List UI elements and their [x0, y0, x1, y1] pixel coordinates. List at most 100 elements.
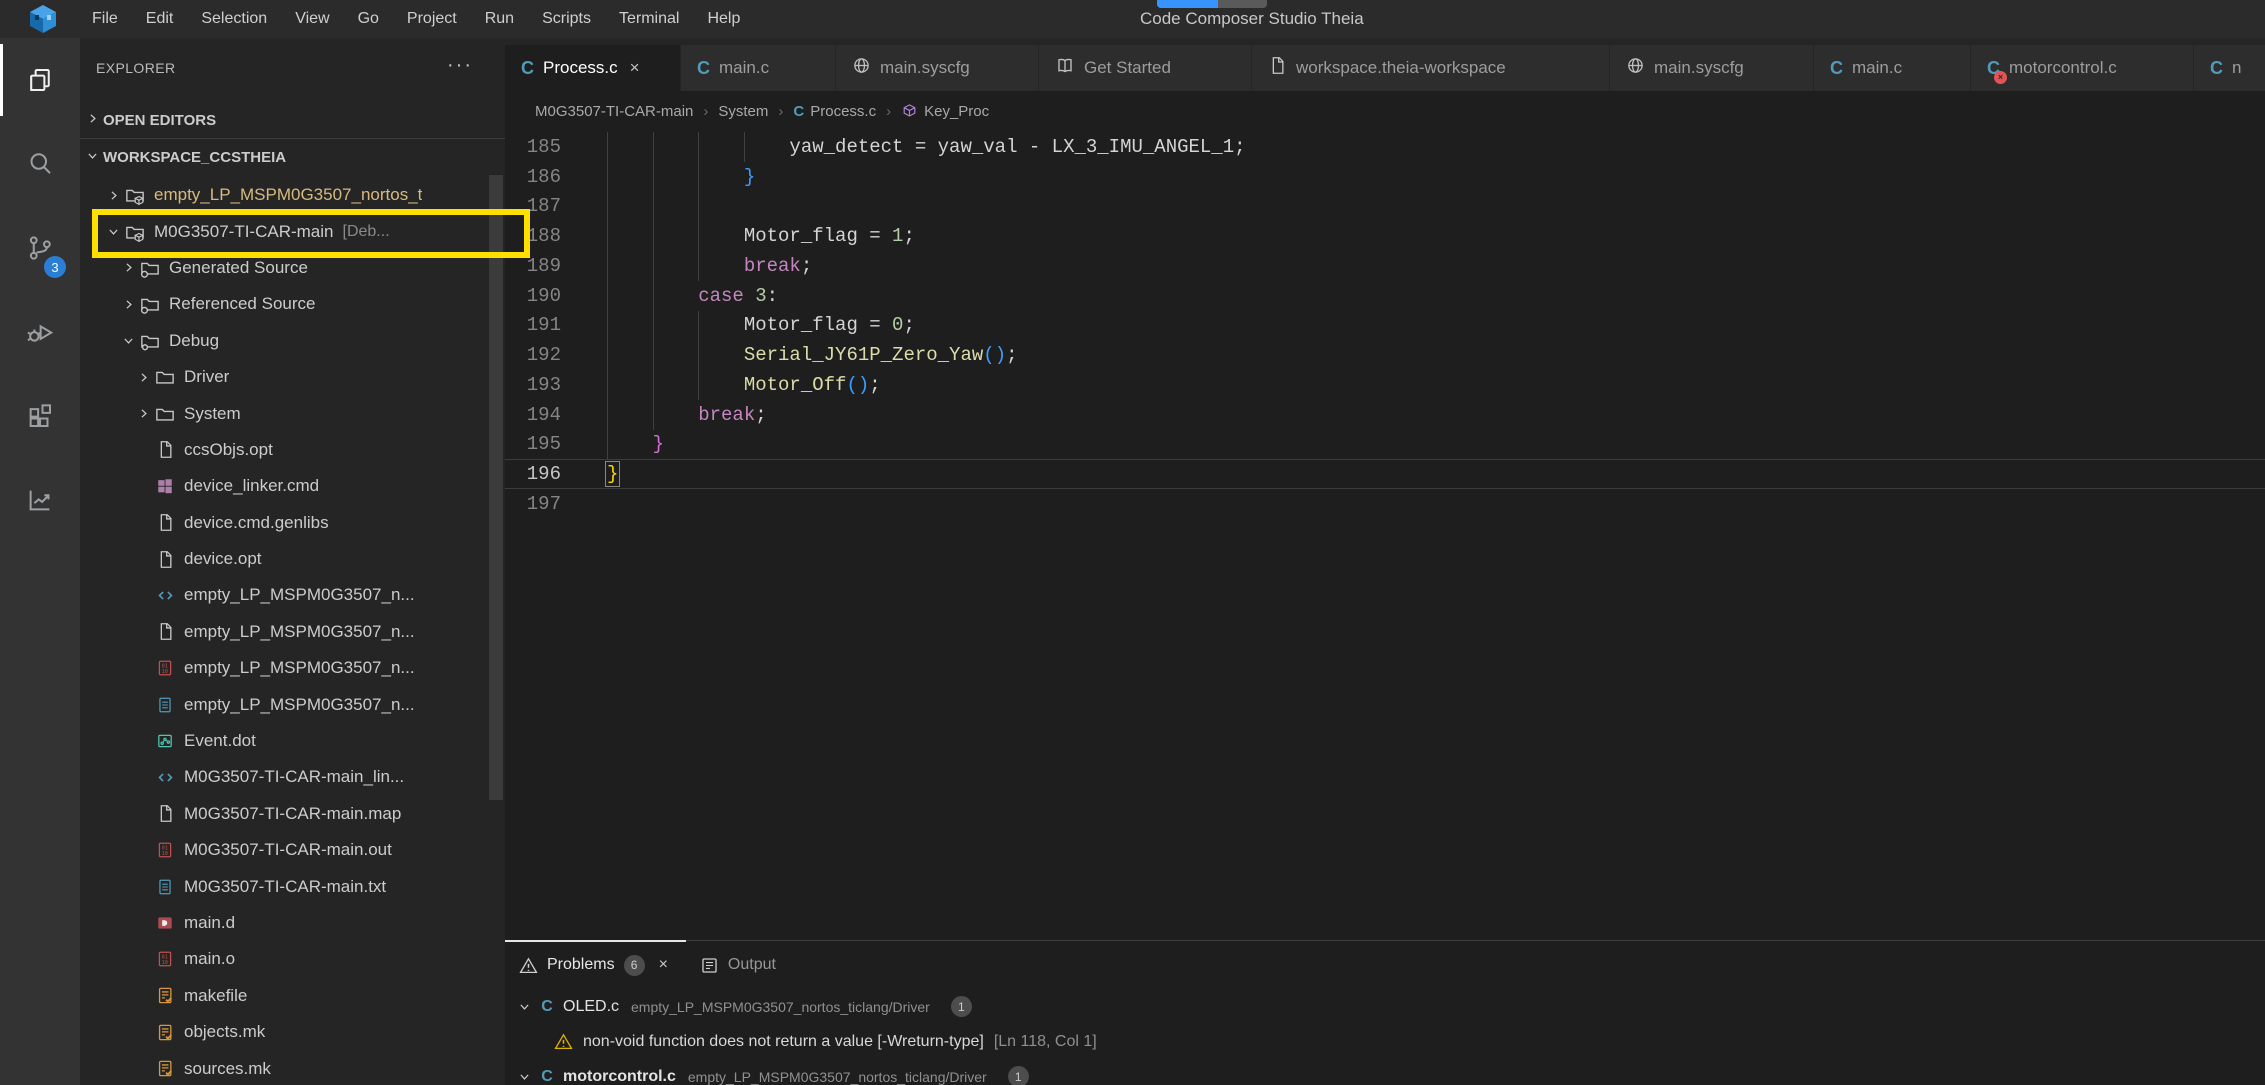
tree-item-label: empty_LP_MSPM0G3507_n...: [184, 585, 415, 605]
panel-tab-problems[interactable]: Problems6×: [505, 941, 686, 989]
tree-item-empty-lp-mspm0g3507-n-[interactable]: empty_LP_MSPM0G3507_n...: [80, 686, 505, 722]
syscfg-globe-icon: [1626, 56, 1645, 80]
problem-warning-row[interactable]: non-void function does not return a valu…: [505, 1024, 2265, 1059]
activity-explorer[interactable]: [0, 38, 80, 122]
menu-selection[interactable]: Selection: [187, 0, 281, 38]
line-number: 195: [505, 433, 577, 455]
close-icon[interactable]: ×: [630, 58, 640, 78]
tree-item-makefile[interactable]: makefile: [80, 978, 505, 1014]
tree-item-device-cmd-genlibs[interactable]: device.cmd.genlibs: [80, 505, 505, 541]
tab-main-c[interactable]: Cmain.c: [1814, 45, 1971, 91]
bottom-panel: Problems6×Output COLED.cempty_LP_MSPM0G3…: [505, 940, 2265, 1085]
problem-file-oled-c[interactable]: COLED.cempty_LP_MSPM0G3507_nortos_ticlan…: [505, 989, 2265, 1024]
tree-item-generated-source[interactable]: Generated Source: [80, 250, 505, 286]
tab-main-c[interactable]: Cmain.c: [681, 45, 836, 91]
tree-item-m0g3507-ti-car-main-map[interactable]: M0G3507-TI-CAR-main.map: [80, 796, 505, 832]
chevron-right-icon: [133, 371, 153, 384]
menu-terminal[interactable]: Terminal: [605, 0, 693, 38]
activity-search[interactable]: [0, 122, 80, 206]
tree-item-m0g3507-ti-car-main-out[interactable]: 0110M0G3507-TI-CAR-main.out: [80, 832, 505, 868]
breadcrumb-system[interactable]: System: [718, 103, 768, 120]
breadcrumb-m0g3507-ti-car-main[interactable]: M0G3507-TI-CAR-main: [535, 103, 693, 120]
tab-workspace-theia-workspace[interactable]: workspace.theia-workspace: [1252, 45, 1610, 91]
tree-item-m0g3507-ti-car-main[interactable]: M0G3507-TI-CAR-main[Deb...: [80, 213, 505, 249]
output-icon: [700, 956, 719, 975]
activity-extensions[interactable]: [0, 374, 80, 458]
code-line-193: 193 Motor_Off();: [505, 370, 2265, 400]
tree-item-m0g3507-ti-car-main-txt[interactable]: M0G3507-TI-CAR-main.txt: [80, 868, 505, 904]
tree-item-main-d[interactable]: main.d: [80, 905, 505, 941]
chevron-right-icon: [133, 407, 153, 420]
indent-guide: [698, 162, 699, 192]
tab-n[interactable]: Cn: [2194, 45, 2265, 91]
tree-item-empty-lp-mspm0g3507-n-[interactable]: empty_LP_MSPM0G3507_n...: [80, 614, 505, 650]
activity-run-debug[interactable]: [0, 290, 80, 374]
indent-guide: [607, 221, 608, 251]
token: ;: [903, 225, 914, 247]
tree-item-empty-lp-mspm0g3507-nortos-t[interactable]: empty_LP_MSPM0G3507_nortos_t: [80, 177, 505, 213]
folder-gear-icon: [138, 330, 162, 352]
tree-item-empty-lp-mspm0g3507-n-[interactable]: empty_LP_MSPM0G3507_n...: [80, 577, 505, 613]
project-icon: [123, 184, 147, 206]
activity-analysis[interactable]: [0, 458, 80, 542]
c-file-icon: C: [535, 998, 559, 1016]
tab-label: motorcontrol.c: [2009, 58, 2117, 78]
indent-guide: [653, 221, 654, 251]
tree-item-empty-lp-mspm0g3507-n-[interactable]: 0110empty_LP_MSPM0G3507_n...: [80, 650, 505, 686]
tab-main-syscfg[interactable]: main.syscfg: [1610, 45, 1814, 91]
tree-item-driver[interactable]: Driver: [80, 359, 505, 395]
indent-guide: [653, 370, 654, 400]
tree-item-label: ccsObjs.opt: [184, 440, 273, 460]
tree-item-main-o[interactable]: 0110main.o: [80, 941, 505, 977]
breadcrumb-label: System: [718, 103, 768, 120]
tab-get-started[interactable]: Get Started: [1039, 45, 1252, 91]
tree-item-m0g3507-ti-car-main-lin-[interactable]: M0G3507-TI-CAR-main_lin...: [80, 759, 505, 795]
tree-item-label: M0G3507-TI-CAR-main.txt: [184, 877, 386, 897]
tree-item-device-linker-cmd[interactable]: device_linker.cmd: [80, 468, 505, 504]
menu-help[interactable]: Help: [693, 0, 754, 38]
tab-motorcontrol-c[interactable]: C×motorcontrol.c: [1971, 45, 2194, 91]
menu-run[interactable]: Run: [471, 0, 528, 38]
tree-item-system[interactable]: System: [80, 395, 505, 431]
menu-view[interactable]: View: [281, 0, 343, 38]
tree-item-ccsobjs-opt[interactable]: ccsObjs.opt: [80, 432, 505, 468]
menu-file[interactable]: File: [78, 0, 132, 38]
explorer-scrollbar[interactable]: [489, 175, 503, 800]
tree-item-label: objects.mk: [184, 1022, 265, 1042]
breadcrumb-key-proc[interactable]: Key_Proc: [901, 103, 989, 120]
tree-item-referenced-source[interactable]: Referenced Source: [80, 286, 505, 322]
indent-guide: [653, 162, 654, 192]
tree-item-objects-mk[interactable]: objects.mk: [80, 1014, 505, 1050]
menu-scripts[interactable]: Scripts: [528, 0, 605, 38]
chevron-right-icon: [103, 189, 123, 202]
menu-go[interactable]: Go: [344, 0, 393, 38]
code-text: break;: [577, 400, 2265, 430]
file-icon: [153, 803, 177, 825]
tree-item-debug[interactable]: Debug: [80, 323, 505, 359]
code-editor[interactable]: 185 yaw_detect = yaw_val - LX_3_IMU_ANGE…: [505, 132, 2265, 940]
close-icon[interactable]: ×: [659, 956, 668, 974]
tree-item-event-dot[interactable]: Event.dot: [80, 723, 505, 759]
section-open-editors[interactable]: OPEN EDITORS: [80, 103, 505, 138]
code-text: case 3:: [577, 281, 2265, 311]
panel-tab-output[interactable]: Output: [686, 941, 794, 989]
line-number: 186: [505, 166, 577, 188]
indent-guide: [607, 370, 608, 400]
activity-source-control[interactable]: 3: [0, 206, 80, 290]
tree-item-device-opt[interactable]: device.opt: [80, 541, 505, 577]
tree-item-sources-mk[interactable]: sources.mk: [80, 1050, 505, 1085]
indent-guide: [607, 311, 608, 341]
section-workspace[interactable]: WORKSPACE_CCSTHEIA: [80, 140, 505, 175]
breadcrumb-process-c[interactable]: CProcess.c: [793, 103, 876, 120]
tab-label: main.syscfg: [880, 58, 970, 78]
menu-edit[interactable]: Edit: [132, 0, 188, 38]
problem-file-motorcontrol-c[interactable]: Cmotorcontrol.cempty_LP_MSPM0G3507_norto…: [505, 1059, 2265, 1085]
more-actions-icon[interactable]: ···: [447, 54, 473, 77]
token: [607, 344, 744, 366]
code-text: Motor_flag = 0;: [577, 311, 2265, 341]
token: [607, 433, 653, 455]
code-text: }: [577, 430, 2265, 460]
tab-main-syscfg[interactable]: main.syscfg: [836, 45, 1039, 91]
menu-project[interactable]: Project: [393, 0, 471, 38]
tab-process-c[interactable]: CProcess.c×: [505, 45, 681, 91]
